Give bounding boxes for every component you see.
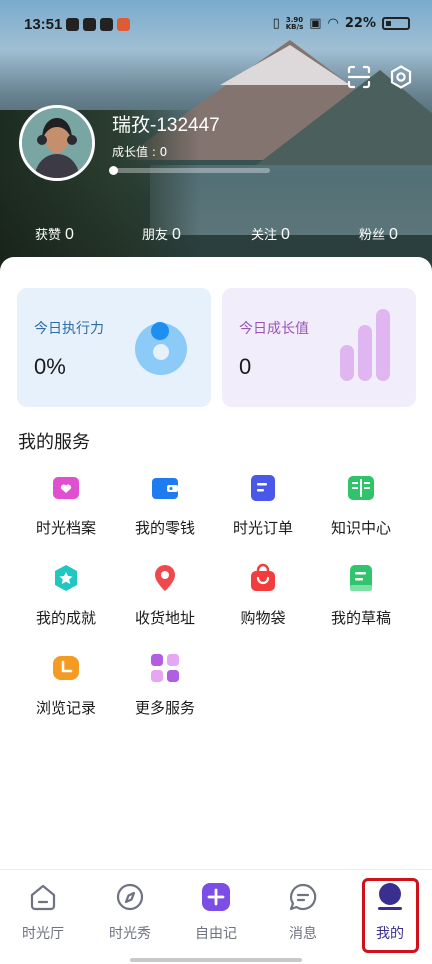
nav-record[interactable]: 自由记 — [173, 882, 259, 943]
stat-value: 0 — [172, 226, 181, 243]
vibrate-icon: ▯ — [272, 16, 280, 31]
service-more[interactable]: 更多服务 — [111, 653, 219, 733]
status-right: ▯ 3.90 KB/s ▣ ◠ 22% — [273, 16, 410, 31]
stat-label: 朋友 — [142, 228, 169, 243]
service-knowledge[interactable]: 知识中心 — [307, 473, 415, 553]
service-label: 我的成就 — [35, 609, 96, 627]
service-history[interactable]: 浏览记录 — [12, 653, 120, 733]
tiktok-icon — [66, 18, 79, 31]
growth-card[interactable]: 今日成长值 0 — [222, 288, 416, 407]
service-label: 浏览记录 — [35, 699, 96, 717]
stat-fans[interactable]: 粉丝 0 — [359, 224, 398, 244]
service-archive[interactable]: 时光档案 — [12, 473, 120, 553]
stat-value: 0 — [65, 226, 74, 243]
service-shopping-bag[interactable]: 购物袋 — [209, 563, 317, 643]
weibo-icon — [117, 18, 130, 31]
order-list-icon — [251, 475, 275, 501]
growth-progress-knob — [109, 166, 118, 175]
home-icon — [30, 884, 56, 911]
status-bar: 13:51 ▯ 3.90 KB/s ▣ ◠ 22% — [0, 0, 432, 48]
username[interactable]: 瑞孜-132447 — [112, 110, 220, 137]
draft-icon — [350, 565, 372, 591]
book-icon — [348, 476, 374, 500]
service-label: 时光档案 — [35, 519, 96, 537]
growth-progress-bar — [109, 166, 270, 175]
battery-percent: 22% — [344, 16, 376, 31]
stat-following[interactable]: 关注 0 — [251, 224, 290, 244]
compass-icon — [116, 883, 144, 911]
stat-value: 0 — [281, 226, 290, 243]
service-label: 购物袋 — [240, 609, 286, 627]
service-achievements[interactable]: 我的成就 — [12, 563, 120, 643]
service-wallet[interactable]: 我的零钱 — [111, 473, 219, 553]
settings-icon[interactable] — [388, 64, 414, 90]
profile-stats: 获赞 0 朋友 0 关注 0 粉丝 0 — [0, 224, 432, 250]
service-label: 我的零钱 — [134, 519, 195, 537]
plus-icon — [202, 883, 230, 911]
sim-icon: ▣ — [309, 16, 322, 31]
active-tab-highlight-box — [362, 878, 419, 953]
clock-history-icon — [53, 656, 79, 680]
nav-show[interactable]: 时光秀 — [87, 882, 173, 943]
stat-label: 粉丝 — [359, 228, 386, 243]
nav-label: 自由记 — [195, 926, 237, 942]
execution-card[interactable]: 今日执行力 0% — [17, 288, 211, 407]
growth-card-title: 今日成长值 — [239, 321, 309, 337]
nav-label: 时光厅 — [22, 926, 64, 942]
avatar[interactable] — [19, 105, 95, 181]
growth-card-value: 0 — [239, 354, 252, 379]
shopping-bag-icon — [251, 563, 275, 591]
home-indicator[interactable] — [130, 958, 302, 962]
service-label: 我的草稿 — [330, 609, 391, 627]
services-title: 我的服务 — [18, 432, 90, 453]
location-pin-icon — [155, 565, 175, 591]
stat-likes[interactable]: 获赞 0 — [35, 224, 74, 244]
service-label: 知识中心 — [330, 519, 391, 537]
nav-label: 消息 — [289, 926, 317, 942]
ring-chart-icon — [135, 322, 187, 375]
service-label: 更多服务 — [134, 699, 195, 717]
service-orders[interactable]: 时光订单 — [209, 473, 317, 553]
service-address[interactable]: 收货地址 — [111, 563, 219, 643]
bar-chart-icon — [340, 309, 390, 381]
notification-icons — [66, 18, 130, 31]
stat-value: 0 — [389, 226, 398, 243]
wallet-icon — [152, 478, 178, 499]
medal-star-icon — [55, 565, 77, 591]
net-speed: 3.90 KB/s — [285, 16, 304, 31]
message-icon — [289, 883, 317, 911]
nav-label: 时光秀 — [109, 926, 151, 942]
service-label: 时光订单 — [232, 519, 293, 537]
growth-value-label: 成长值 : 0 — [112, 145, 168, 159]
status-time: 13:51 — [24, 16, 63, 33]
content-sheet: 今日执行力 0% 今日成长值 0 我的服务 时光档案 我的零钱 时光订单 知识中… — [0, 257, 432, 869]
stat-friends[interactable]: 朋友 0 — [142, 224, 181, 244]
net-speed-unit: KB/s — [285, 22, 304, 31]
nav-home[interactable]: 时光厅 — [0, 882, 86, 943]
service-label: 收货地址 — [134, 609, 195, 627]
link-icon — [100, 18, 113, 31]
battery-icon — [382, 17, 410, 30]
wifi-icon: ◠ — [327, 16, 339, 31]
stat-label: 关注 — [251, 228, 278, 243]
service-drafts[interactable]: 我的草稿 — [307, 563, 415, 643]
execution-card-value: 0% — [34, 354, 66, 379]
mail-icon — [83, 18, 96, 31]
nav-messages[interactable]: 消息 — [260, 882, 346, 943]
grid-more-icon — [151, 654, 179, 682]
heart-folder-icon — [53, 477, 79, 499]
execution-card-title: 今日执行力 — [34, 321, 104, 337]
scan-icon[interactable] — [346, 64, 372, 90]
stat-label: 获赞 — [35, 228, 62, 243]
